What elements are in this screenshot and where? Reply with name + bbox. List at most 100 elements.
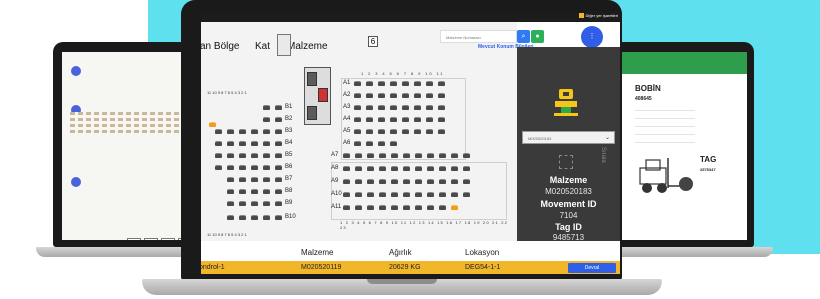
storage-cell[interactable] bbox=[263, 177, 270, 182]
storage-cell[interactable] bbox=[227, 141, 234, 146]
storage-cell[interactable] bbox=[378, 129, 385, 134]
storage-cell[interactable] bbox=[391, 192, 398, 197]
storage-cell[interactable] bbox=[402, 81, 409, 86]
storage-cell[interactable] bbox=[275, 189, 282, 194]
storage-cell[interactable] bbox=[215, 129, 222, 134]
storage-cell[interactable] bbox=[414, 117, 421, 122]
storage-cell[interactable] bbox=[263, 129, 270, 134]
storage-cell[interactable] bbox=[263, 153, 270, 158]
storage-cell[interactable] bbox=[263, 201, 270, 206]
storage-cell[interactable] bbox=[355, 192, 362, 197]
storage-cell[interactable] bbox=[379, 153, 386, 158]
storage-cell[interactable] bbox=[391, 153, 398, 158]
storage-cell[interactable] bbox=[403, 205, 410, 210]
storage-cell[interactable] bbox=[275, 153, 282, 158]
storage-cell[interactable] bbox=[463, 153, 470, 158]
storage-cell[interactable] bbox=[367, 179, 374, 184]
storage-cell[interactable] bbox=[263, 141, 270, 146]
storage-cell[interactable] bbox=[251, 215, 258, 220]
storage-cell[interactable] bbox=[391, 166, 398, 171]
storage-cell[interactable] bbox=[239, 177, 246, 182]
storage-cell[interactable] bbox=[390, 141, 397, 146]
storage-cell[interactable] bbox=[239, 129, 246, 134]
storage-cell[interactable] bbox=[402, 93, 409, 98]
storage-cell[interactable] bbox=[354, 81, 361, 86]
storage-cell[interactable] bbox=[354, 141, 361, 146]
storage-cell[interactable] bbox=[355, 166, 362, 171]
storage-cell[interactable] bbox=[426, 129, 433, 134]
storage-cell[interactable] bbox=[402, 129, 409, 134]
storage-cell[interactable] bbox=[251, 189, 258, 194]
storage-cell[interactable] bbox=[239, 153, 246, 158]
menu-fab[interactable]: ⋮ bbox=[581, 26, 603, 48]
storage-cell[interactable] bbox=[354, 105, 361, 110]
storage-cell[interactable] bbox=[438, 129, 445, 134]
storage-cell[interactable] bbox=[403, 153, 410, 158]
storage-cell[interactable] bbox=[438, 93, 445, 98]
storage-cell[interactable] bbox=[403, 192, 410, 197]
storage-cell[interactable] bbox=[275, 201, 282, 206]
storage-cell[interactable] bbox=[426, 105, 433, 110]
storage-cell[interactable] bbox=[427, 179, 434, 184]
storage-cell[interactable] bbox=[427, 153, 434, 158]
storage-cell[interactable] bbox=[379, 192, 386, 197]
storage-cell[interactable] bbox=[403, 166, 410, 171]
storage-cell[interactable] bbox=[391, 179, 398, 184]
storage-cell[interactable] bbox=[275, 177, 282, 182]
storage-cell[interactable] bbox=[251, 177, 258, 182]
storage-cell[interactable] bbox=[215, 141, 222, 146]
storage-cell[interactable] bbox=[378, 93, 385, 98]
storage-cell[interactable] bbox=[438, 81, 445, 86]
bookmarks-folder[interactable]: Diğer yer işaretleri bbox=[578, 13, 618, 18]
storage-cell[interactable] bbox=[366, 93, 373, 98]
storage-cell[interactable] bbox=[354, 129, 361, 134]
storage-cell[interactable] bbox=[367, 205, 374, 210]
storage-cell[interactable] bbox=[414, 129, 421, 134]
search-button[interactable]: ⌕ bbox=[517, 30, 530, 43]
storage-cell[interactable] bbox=[427, 205, 434, 210]
storage-cell[interactable] bbox=[239, 201, 246, 206]
nav-region[interactable]: ılan Bölge bbox=[201, 41, 239, 52]
storage-cell[interactable] bbox=[343, 153, 350, 158]
storage-cell[interactable] bbox=[251, 165, 258, 170]
storage-cell[interactable] bbox=[415, 205, 422, 210]
storage-cell[interactable] bbox=[239, 141, 246, 146]
storage-cell[interactable] bbox=[251, 129, 258, 134]
storage-cell[interactable] bbox=[227, 177, 234, 182]
storage-cell[interactable] bbox=[275, 105, 282, 110]
storage-cell[interactable] bbox=[227, 201, 234, 206]
storage-cell[interactable] bbox=[263, 117, 270, 122]
storage-cell[interactable] bbox=[414, 93, 421, 98]
storage-cell[interactable] bbox=[414, 81, 421, 86]
storage-cell[interactable] bbox=[263, 189, 270, 194]
storage-cell[interactable] bbox=[451, 166, 458, 171]
storage-cell[interactable] bbox=[367, 166, 374, 171]
storage-cell[interactable] bbox=[367, 192, 374, 197]
table-row[interactable]: ondrol-1 M020520119 20629 KG DEG54-1-1 D… bbox=[201, 261, 620, 274]
storage-cell[interactable] bbox=[426, 93, 433, 98]
storage-cell[interactable] bbox=[463, 179, 470, 184]
storage-cell[interactable] bbox=[390, 117, 397, 122]
storage-cell[interactable] bbox=[390, 93, 397, 98]
storage-cell[interactable] bbox=[251, 201, 258, 206]
storage-cell[interactable] bbox=[275, 141, 282, 146]
storage-cell[interactable] bbox=[451, 153, 458, 158]
user-button[interactable]: ● bbox=[531, 30, 544, 43]
storage-cell[interactable] bbox=[239, 165, 246, 170]
storage-cell[interactable] bbox=[366, 129, 373, 134]
storage-cell[interactable] bbox=[439, 192, 446, 197]
storage-cell[interactable] bbox=[451, 179, 458, 184]
storage-cell[interactable] bbox=[439, 205, 446, 210]
storage-cell[interactable] bbox=[426, 117, 433, 122]
storage-cell[interactable] bbox=[215, 153, 222, 158]
storage-cell[interactable] bbox=[275, 129, 282, 134]
storage-cell[interactable] bbox=[427, 166, 434, 171]
storage-cell[interactable] bbox=[402, 105, 409, 110]
storage-cell[interactable] bbox=[209, 122, 216, 127]
storage-cell[interactable] bbox=[367, 153, 374, 158]
storage-cell[interactable] bbox=[390, 129, 397, 134]
storage-cell[interactable] bbox=[438, 117, 445, 122]
storage-cell[interactable] bbox=[263, 105, 270, 110]
storage-cell[interactable] bbox=[263, 165, 270, 170]
storage-cell[interactable] bbox=[275, 117, 282, 122]
